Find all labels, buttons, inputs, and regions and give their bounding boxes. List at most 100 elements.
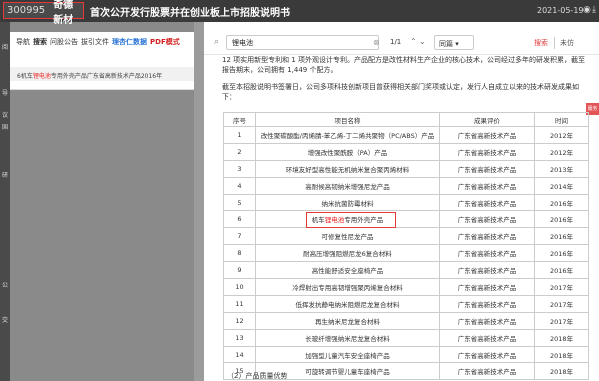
eye-icon[interactable]: ◉ [583, 5, 591, 15]
tab-pdf[interactable]: PDF模式 [150, 37, 180, 47]
year: 2016年 [534, 261, 589, 280]
table-row: 4 高耐候高韧纳米增强尼龙产品 广东省高新技术产品 2014年 [223, 176, 589, 195]
project-name: 长玻纤增强纳米尼龙复合材料 [255, 328, 440, 347]
evaluation: 广东省高新技术产品 [439, 244, 535, 263]
evaluation: 广东省高新技术产品 [439, 227, 535, 246]
left-strip-label[interactable]: 议 [2, 112, 10, 120]
project-name: 高性能舒适安全座椅产品 [255, 261, 440, 280]
para-line: 截至本招股说明书签署日，公司多项科技创新项目曾获得相关部门奖项或认定，发行人自成… [222, 83, 579, 91]
table-row: 14 加强型儿童汽车安全座椅产品 广东省高新技术产品 2018年 [223, 345, 589, 364]
row-number: 4 [223, 176, 256, 195]
evaluation: 广东省高新技术产品 [439, 278, 535, 296]
left-strip-label[interactable]: 公 [2, 282, 10, 290]
row-number: 3 [223, 159, 256, 178]
document-title: 首次公开发行股票并在创业板上市招股说明书 [90, 8, 290, 19]
row-number: 11 [223, 294, 256, 313]
table-body: 1 改性聚碳酸酯/丙烯腈-苯乙烯-丁二烯共聚物（PC/ABS）产品 广东省高新技术产… [223, 126, 589, 381]
tab-cited[interactable]: 拔引文件 [81, 37, 109, 47]
project-name: 纳米抗菌防霉材料 [255, 193, 440, 212]
evaluation: 广东省高新技术产品 [439, 294, 535, 313]
tab-search[interactable]: 搜索 [33, 37, 47, 47]
evaluation: 广东省高新技术产品 [439, 261, 535, 280]
evaluation: 广东省高新技术产品 [439, 345, 535, 364]
achievements-table: 序号 项目名称 成果评价 时间 1 改性聚碳酸酯/丙烯腈-苯乙烯-丁二烯共聚物（P… [223, 112, 589, 381]
search-input[interactable]: 锂电池 [226, 35, 379, 50]
project-name: 耐高压增强阻燃尼龙6复合材料 [255, 244, 440, 263]
year: 2013年 [534, 159, 589, 178]
stock-badge[interactable]: 300995 奇德新材 [3, 0, 84, 26]
search-result-item[interactable]: 6机车锂电池专用外壳产品广东省高新技术产品2016年 [10, 67, 194, 81]
left-strip-label[interactable]: 研 [2, 172, 10, 180]
project-name: 增强改性聚酰胺（PA）产品 [255, 142, 440, 161]
year: 2016年 [534, 210, 589, 229]
project-name: 环境友好型高性能无机纳米复合聚丙烯材料 [255, 159, 440, 178]
result-highlight: 锂电池 [32, 73, 51, 80]
cancel-button[interactable]: 未仿 [560, 38, 574, 48]
table-row: 10 冷焊射出专用高韧增强聚丙烯复合材料 广东省高新技术产品 2017年 [223, 278, 589, 296]
table-row: 6 机车锂电池专用外壳产品 广东省高新技术产品 2016年 [223, 210, 589, 229]
row-number: 12 [223, 311, 256, 330]
chevron-up-icon[interactable]: ⌃ [410, 37, 417, 46]
column-header: 序号 [223, 112, 256, 127]
year: 2017年 [534, 294, 589, 313]
left-strip-label[interactable]: 阅 [2, 44, 10, 52]
chevron-down-icon[interactable]: ⌄ [419, 37, 426, 46]
match-count: 1/1 [390, 38, 402, 46]
column-header: 成果评价 [439, 112, 535, 127]
search-button[interactable]: 搜索 [534, 38, 548, 48]
evaluation: 广东省高新技术产品 [439, 210, 535, 229]
year: 2014年 [534, 176, 589, 195]
project-name: 高耐候高韧纳米增强尼龙产品 [255, 176, 440, 195]
tab-lixinger[interactable]: 理杏仁数据 [112, 37, 147, 47]
table-row: 2 增强改性聚酰胺（PA）产品 广东省高新技术产品 2012年 [223, 142, 589, 161]
evaluation: 广东省高新技术产品 [439, 311, 535, 330]
evaluation: 广东省高新技术产品 [439, 328, 535, 347]
evaluation: 广东省高新技术产品 [439, 142, 535, 161]
stock-code: 300995 [7, 5, 46, 16]
scope-select[interactable]: 同篇 ▾ [434, 35, 474, 50]
company-name: 奇德新材 [53, 0, 74, 26]
row-number: 10 [223, 278, 256, 296]
evaluation: 广东省高新技术产品 [439, 176, 535, 195]
project-name: 加强型儿童汽车安全座椅产品 [255, 345, 440, 364]
evaluation: 广东省高新技术产品 [439, 159, 535, 178]
table-row: 12 再生纳米尼龙复合材料 广东省高新技术产品 2017年 [223, 311, 589, 330]
left-strip-label[interactable]: 交 [2, 317, 10, 325]
table-header-row: 序号 项目名称 成果评价 时间 [223, 112, 589, 127]
evaluation: 广东省高新技术产品 [439, 193, 535, 212]
intro-line: 报告期末，公司拥有 1,449 个配方。 [222, 66, 338, 74]
evaluation: 广东省高新技术产品 [439, 126, 535, 144]
year: 2018年 [534, 328, 589, 347]
table-row: 5 纳米抗菌防霉材料 广东省高新技术产品 2016年 [223, 193, 589, 212]
row-number: 2 [223, 142, 256, 161]
title-bar: 300995 奇德新材 首次公开发行股票并在创业板上市招股说明书 2021-05… [0, 0, 599, 26]
find-bar: ⌕ 锂电池 ⊗ 1/1 ⌃ ⌄ 同篇 ▾ 搜索 未仿 [204, 31, 599, 55]
project-name: 冷焊射出专用高韧增强聚丙烯复合材料 [255, 278, 440, 296]
project-name: 改性聚碳酸酯/丙烯腈-苯乙烯-丁二烯共聚物（PC/ABS）产品 [255, 126, 440, 144]
search-panel: 导航 搜索 问股公告 拔引文件 理杏仁数据 PDF模式 6机车锂电池专用外壳产品… [10, 32, 194, 90]
splitter[interactable] [194, 22, 204, 381]
year: 2012年 [534, 142, 589, 161]
tab-nav[interactable]: 导航 [16, 37, 30, 47]
table-row: 7 可修复性尼龙产品 广东省高新技术产品 2016年 [223, 227, 589, 246]
project-name: 低挥发抗静电纳米阻燃尼龙复合材料 [255, 294, 440, 313]
year: 2018年 [534, 362, 589, 381]
table-row: 8 耐高压增强阻燃尼龙6复合材料 广东省高新技术产品 2016年 [223, 244, 589, 263]
year: 2018年 [534, 345, 589, 364]
table-row: 13 长玻纤增强纳米尼龙复合材料 广东省高新技术产品 2018年 [223, 328, 589, 347]
row-number: 7 [223, 227, 256, 246]
tab-qa[interactable]: 问股公告 [50, 37, 78, 47]
highlight-box [306, 212, 396, 228]
para-line: 下： [222, 93, 236, 101]
year: 2016年 [534, 193, 589, 212]
download-icon[interactable]: ⤓ [592, 5, 596, 15]
table-row: 9 高性能舒适安全座椅产品 广东省高新技术产品 2016年 [223, 261, 589, 280]
row-number: 5 [223, 193, 256, 212]
table-row: 11 低挥发抗静电纳米阻燃尼龙复合材料 广东省高新技术产品 2017年 [223, 294, 589, 313]
left-strip-label[interactable]: 国 [2, 124, 10, 132]
left-strip-label[interactable]: 导 [2, 90, 10, 98]
panel-tabs: 导航 搜索 问股公告 拔引文件 理杏仁数据 PDF模式 [16, 37, 180, 47]
publish-date: 2021-05-19 [537, 6, 584, 15]
year: 2017年 [534, 278, 589, 296]
clear-icon[interactable]: ⊗ [373, 38, 380, 47]
